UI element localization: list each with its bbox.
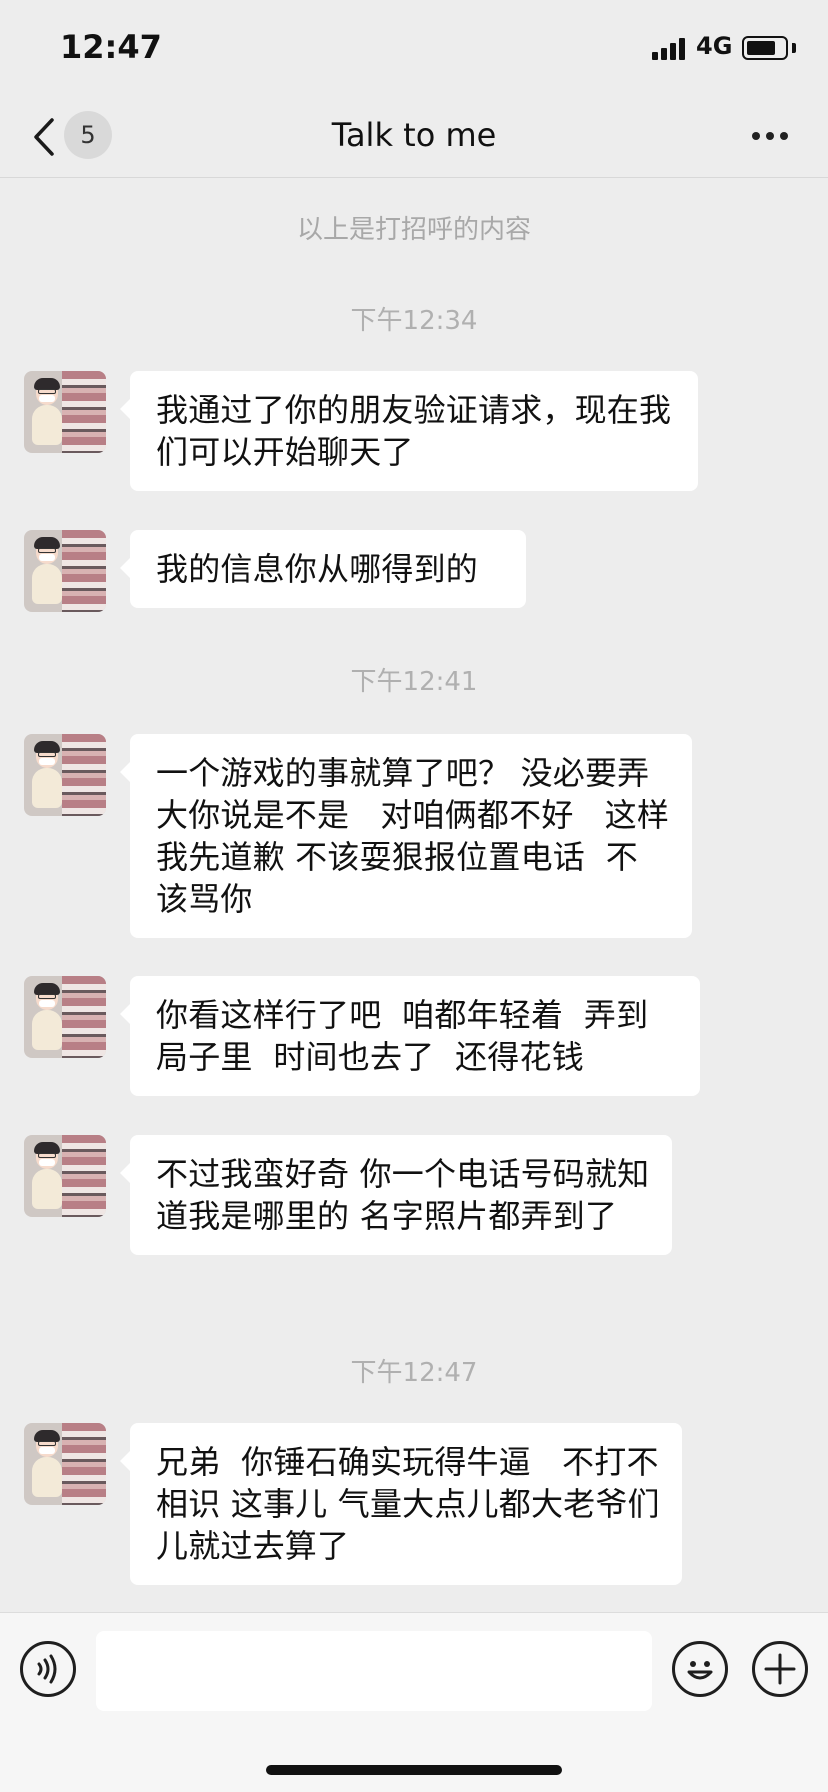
plus-icon [764, 1653, 796, 1685]
contact-avatar[interactable] [24, 1423, 106, 1505]
emoji-icon [687, 1661, 713, 1680]
voice-button[interactable] [20, 1641, 76, 1697]
status-bar: 12:47 4G [0, 0, 828, 96]
voice-icon [37, 1654, 57, 1684]
timestamp: 下午12:34 [350, 306, 478, 336]
chat-title: Talk to me [331, 116, 497, 154]
greeting-notice: 以上是打招呼的内容 [296, 215, 531, 245]
timestamp: 下午12:41 [350, 667, 478, 697]
contact-avatar[interactable] [24, 371, 106, 453]
more-actions-button[interactable] [752, 1641, 808, 1697]
chat-screen: 12:47 4G 5 Talk to me 以上是打招呼的内容 下午12:34 [0, 0, 828, 1792]
input-bar [0, 1612, 828, 1792]
home-indicator [266, 1765, 562, 1775]
contact-avatar[interactable] [24, 1135, 106, 1217]
emoji-button[interactable] [672, 1641, 728, 1697]
message-bubble[interactable]: 不过我蛮好奇 你一个电话号码就知道我是哪里的 名字照片都弄到了 [120, 1135, 672, 1255]
contact-avatar[interactable] [24, 734, 106, 816]
battery-cap [792, 43, 796, 53]
contact-avatar[interactable] [24, 976, 106, 1058]
message-bubble[interactable]: 你看这样行了吧 咱都年轻着 弄到局子里 时间也去了 还得花钱 [120, 976, 700, 1096]
chat-message-list[interactable]: 以上是打招呼的内容 下午12:34 我通过了你的朋友验证请求，现在我们可以开始聊… [0, 179, 828, 1611]
status-time: 12:47 [60, 28, 162, 66]
network-label: 4G [696, 32, 733, 60]
timestamp: 下午12:47 [350, 1358, 478, 1388]
message-bubble[interactable]: 我通过了你的朋友验证请求，现在我们可以开始聊天了 [120, 371, 698, 491]
contact-avatar[interactable] [24, 530, 106, 612]
more-options-icon[interactable] [748, 124, 792, 148]
signal-icon [652, 36, 688, 60]
battery-level [747, 41, 775, 55]
nav-bar: 5 Talk to me [0, 96, 828, 178]
battery-icon [742, 36, 788, 60]
message-input[interactable] [96, 1631, 652, 1711]
message-bubble[interactable]: 兄弟 你锤石确实玩得牛逼 不打不相识 这事儿 气量大点儿都大老爷们儿就过去算了 [120, 1423, 682, 1585]
message-bubble[interactable]: 我的信息你从哪得到的 [120, 530, 526, 608]
message-bubble[interactable]: 一个游戏的事就算了吧？ 没必要弄大你说是不是 对咱俩都不好 这样 我先道歉 不该… [120, 734, 692, 938]
